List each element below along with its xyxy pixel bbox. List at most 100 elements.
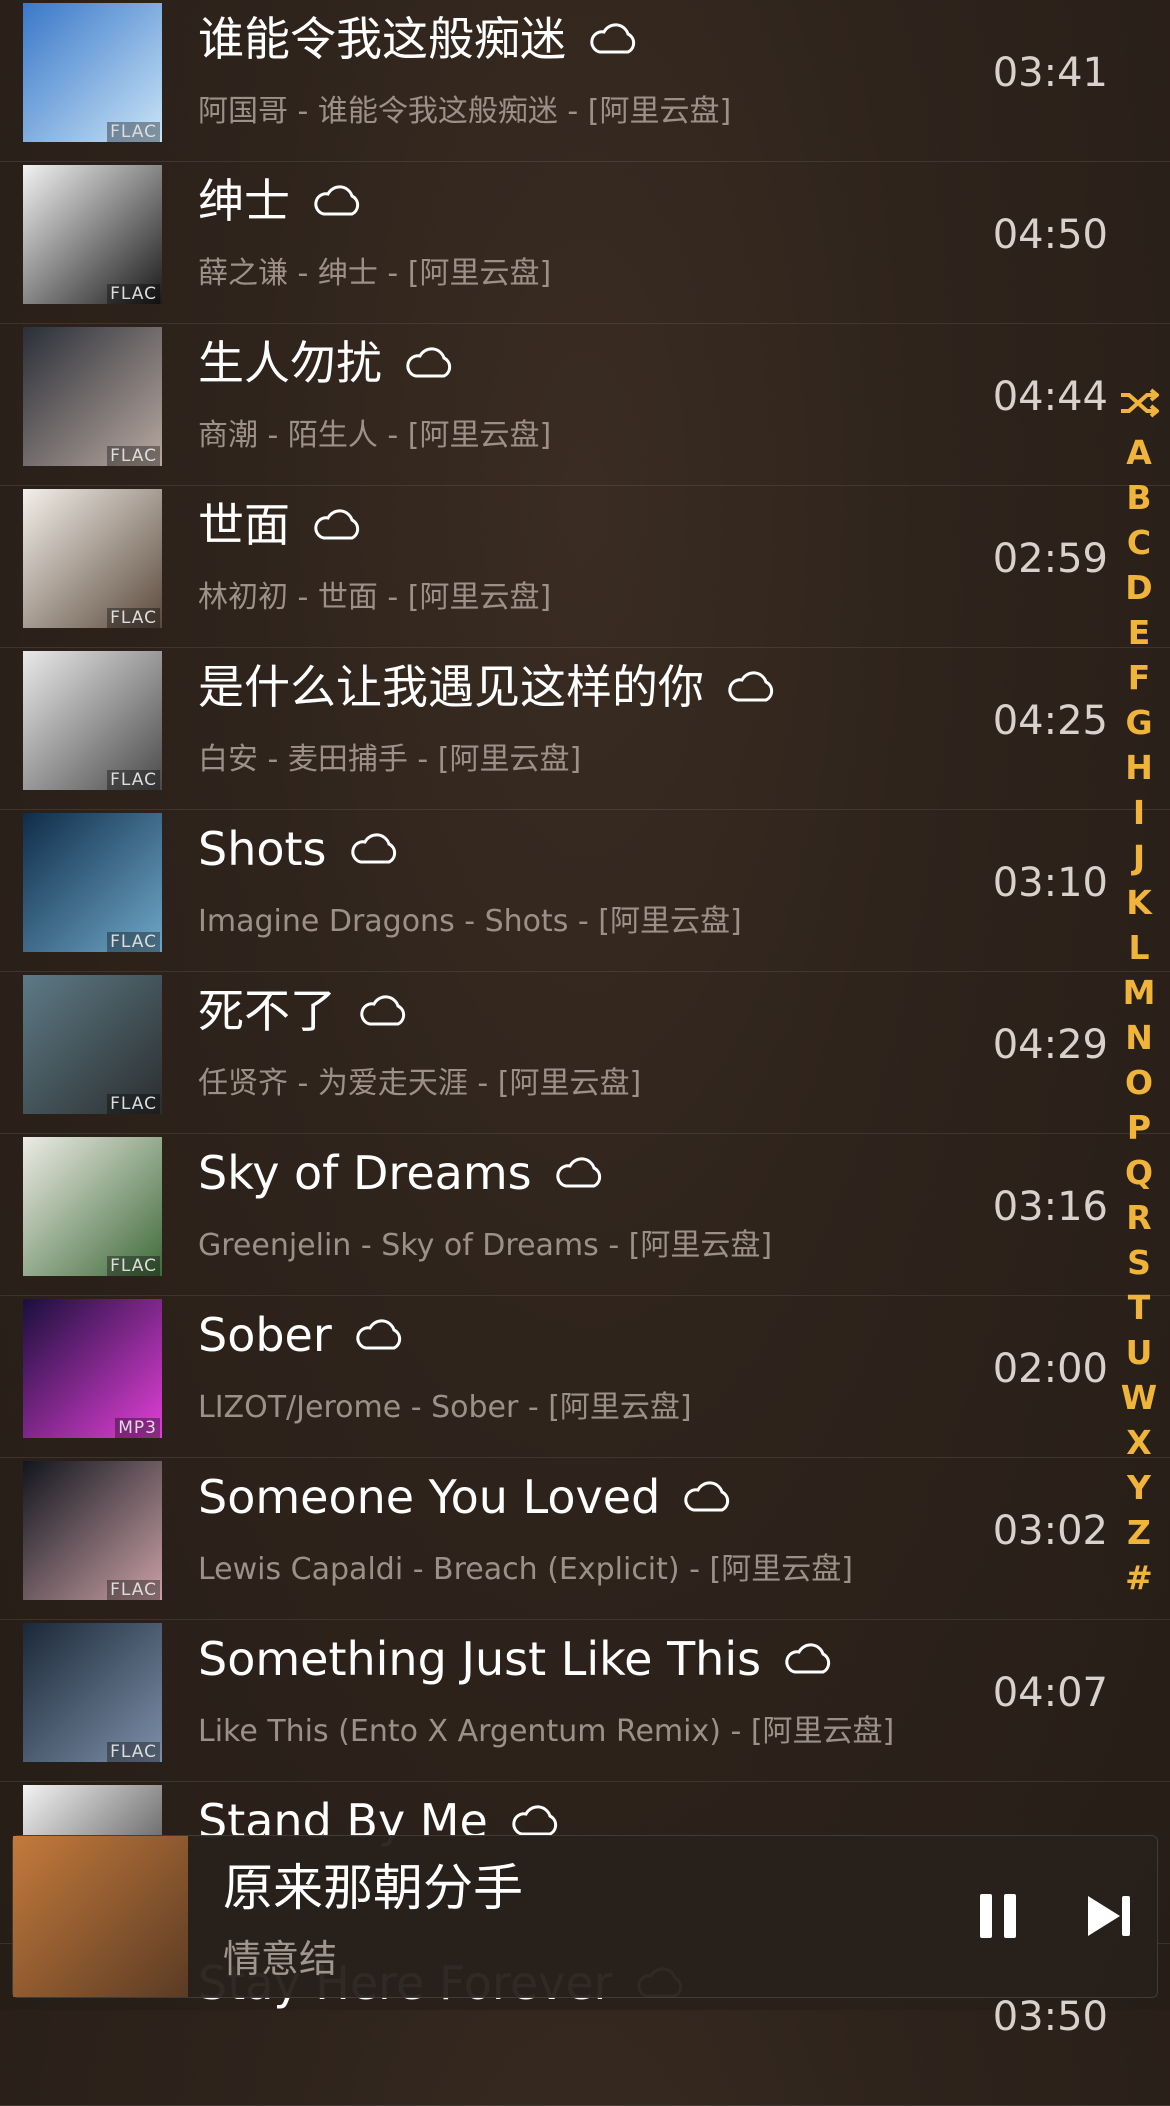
now-playing-cover[interactable] xyxy=(13,1836,188,1997)
format-badge: FLAC xyxy=(107,770,160,790)
song-subtitle: 白安 - 麦田捕手 - [阿里云盘] xyxy=(198,742,582,777)
album-cover: FLAC xyxy=(23,3,162,142)
song-title-line: Someone You Loved xyxy=(198,1466,734,1528)
song-row[interactable]: FLAC 世面 林初初 - 世面 - [阿里云盘] 02:59 xyxy=(0,486,1170,648)
index-letter[interactable]: C xyxy=(1127,520,1151,565)
index-letter[interactable]: L xyxy=(1128,925,1149,970)
song-row[interactable]: MP3 Sober LIZOT/Jerome - Sober - [阿里云盘] 02:… xyxy=(0,1296,1170,1458)
index-letter[interactable]: M xyxy=(1123,970,1156,1015)
index-letter[interactable]: # xyxy=(1125,1555,1153,1600)
album-cover: FLAC xyxy=(23,975,162,1114)
format-badge: FLAC xyxy=(107,1742,160,1762)
index-letter[interactable]: S xyxy=(1127,1240,1151,1285)
song-list: FLAC 谁能令我这般痴迷 阿国哥 - 谁能令我这般痴迷 - [阿里云盘] 03:41… xyxy=(0,0,1170,2106)
now-playing-bar[interactable]: 原来那朝分手 情意结 xyxy=(12,1835,1158,1998)
index-letter[interactable]: I xyxy=(1133,790,1145,835)
index-letter[interactable]: K xyxy=(1126,880,1152,925)
shuffle-icon[interactable] xyxy=(1119,388,1159,418)
index-letter[interactable]: R xyxy=(1126,1195,1151,1240)
song-title-line: Something Just Like This xyxy=(198,1628,835,1690)
album-cover: FLAC xyxy=(23,1623,162,1762)
song-duration: 03:41 xyxy=(992,50,1108,96)
now-playing-title: 原来那朝分手 xyxy=(223,1859,523,1917)
song-row[interactable]: FLAC 是什么让我遇见这样的你白安 - 麦田捕手 - [阿里云盘] 04:25 xyxy=(0,648,1170,810)
cloud-icon xyxy=(590,23,636,54)
cloud-icon xyxy=(728,671,774,702)
song-title-line: 绅士 xyxy=(198,170,364,232)
format-badge: FLAC xyxy=(107,1094,160,1114)
format-badge: FLAC xyxy=(107,608,160,628)
next-track-button[interactable] xyxy=(1078,1886,1138,1946)
index-letter[interactable]: J xyxy=(1133,835,1145,880)
song-title-line: 世面 xyxy=(198,494,364,556)
index-letter[interactable]: Y xyxy=(1127,1465,1151,1510)
index-letter[interactable]: Q xyxy=(1125,1150,1153,1195)
album-cover: FLAC xyxy=(23,1461,162,1600)
song-title-line: Shots xyxy=(198,818,401,880)
format-badge: FLAC xyxy=(107,932,160,952)
index-letter[interactable]: A xyxy=(1126,430,1152,475)
song-title-line: Sober xyxy=(198,1304,406,1366)
index-letter[interactable]: F xyxy=(1128,655,1151,700)
song-title-line: 死不了 xyxy=(198,980,410,1042)
song-title: Something Just Like This xyxy=(198,1632,762,1686)
index-letter[interactable]: P xyxy=(1127,1105,1151,1150)
cloud-icon xyxy=(356,1319,401,1350)
song-duration: 03:50 xyxy=(992,1994,1108,2040)
song-row[interactable]: FLAC Someone You Loved Lewis Capaldi - Bre… xyxy=(0,1458,1170,1620)
song-title-line: 谁能令我这般痴迷 xyxy=(198,8,640,70)
song-title-line: Sky of Dreams xyxy=(198,1142,606,1204)
song-row[interactable]: FLAC 谁能令我这般痴迷 阿国哥 - 谁能令我这般痴迷 - [阿里云盘] 03:41 xyxy=(0,0,1170,162)
index-letter[interactable]: W xyxy=(1121,1375,1157,1420)
song-row[interactable]: FLAC 死不了 任贤齐 - 为爱走天涯 - [阿里云盘] 04:29 xyxy=(0,972,1170,1134)
index-letter[interactable]: X xyxy=(1126,1420,1151,1465)
song-duration: 02:00 xyxy=(992,1346,1108,1392)
pause-button[interactable] xyxy=(968,1886,1028,1946)
cloud-icon xyxy=(406,347,452,378)
song-duration: 04:07 xyxy=(992,1670,1108,1716)
song-row[interactable]: FLAC 生人勿扰 商潮 - 陌生人 - [阿里云盘] 04:44 xyxy=(0,324,1170,486)
format-badge: FLAC xyxy=(107,284,160,304)
song-duration: 03:16 xyxy=(992,1184,1108,1230)
index-letter[interactable]: G xyxy=(1125,700,1152,745)
index-letter[interactable]: O xyxy=(1125,1060,1153,1105)
song-row[interactable]: FLAC Sky of Dreams Greenjelin - Sky of Dre… xyxy=(0,1134,1170,1296)
index-letter[interactable]: U xyxy=(1126,1330,1153,1375)
song-subtitle: Like This (Ento X Argentum Remix) - [阿里云… xyxy=(198,1714,895,1749)
cloud-icon xyxy=(314,509,360,540)
index-letter[interactable]: E xyxy=(1128,610,1151,655)
song-subtitle: 薛之谦 - 绅士 - [阿里云盘] xyxy=(198,256,552,291)
song-duration: 04:44 xyxy=(992,374,1108,420)
song-subtitle: 商潮 - 陌生人 - [阿里云盘] xyxy=(198,418,552,453)
song-title: 谁能令我这般痴迷 xyxy=(198,12,566,66)
album-cover: FLAC xyxy=(23,651,162,790)
cloud-icon xyxy=(314,185,360,216)
song-title: 生人勿扰 xyxy=(198,336,382,390)
album-cover: FLAC xyxy=(23,813,162,952)
song-subtitle: 林初初 - 世面 - [阿里云盘] xyxy=(198,580,552,615)
index-letter[interactable]: D xyxy=(1125,565,1152,610)
song-title-line: 生人勿扰 xyxy=(198,332,456,394)
song-title: 绅士 xyxy=(198,174,290,228)
format-badge: FLAC xyxy=(107,1256,160,1276)
index-letter[interactable]: N xyxy=(1125,1015,1153,1060)
cloud-icon xyxy=(360,995,406,1026)
song-row[interactable]: FLAC Something Just Like This Like This (E… xyxy=(0,1620,1170,1782)
song-title: 是什么让我遇见这样的你 xyxy=(198,660,704,714)
song-title: Sky of Dreams xyxy=(198,1146,532,1200)
format-badge: FLAC xyxy=(107,122,160,142)
album-cover: MP3 xyxy=(23,1299,162,1438)
song-duration: 04:25 xyxy=(992,698,1108,744)
song-title: 世面 xyxy=(198,498,290,552)
cloud-icon xyxy=(350,833,396,864)
song-title-line: 是什么让我遇见这样的你 xyxy=(198,656,778,718)
album-cover: FLAC xyxy=(23,1137,162,1276)
alphabet-index[interactable]: A B C D E F G H I J K L M N O P Q R S T U W X Y Z # xyxy=(1108,388,1170,1600)
index-letter[interactable]: T xyxy=(1128,1285,1151,1330)
index-letter[interactable]: Z xyxy=(1127,1510,1151,1555)
song-row[interactable]: FLAC 绅士 薛之谦 - 绅士 - [阿里云盘] 04:50 xyxy=(0,162,1170,324)
song-row[interactable]: FLAC Shots Imagine Dragons - Shots - [阿里云盘… xyxy=(0,810,1170,972)
index-letter[interactable]: B xyxy=(1126,475,1151,520)
index-letter[interactable]: H xyxy=(1125,745,1153,790)
cloud-icon xyxy=(684,1481,730,1512)
